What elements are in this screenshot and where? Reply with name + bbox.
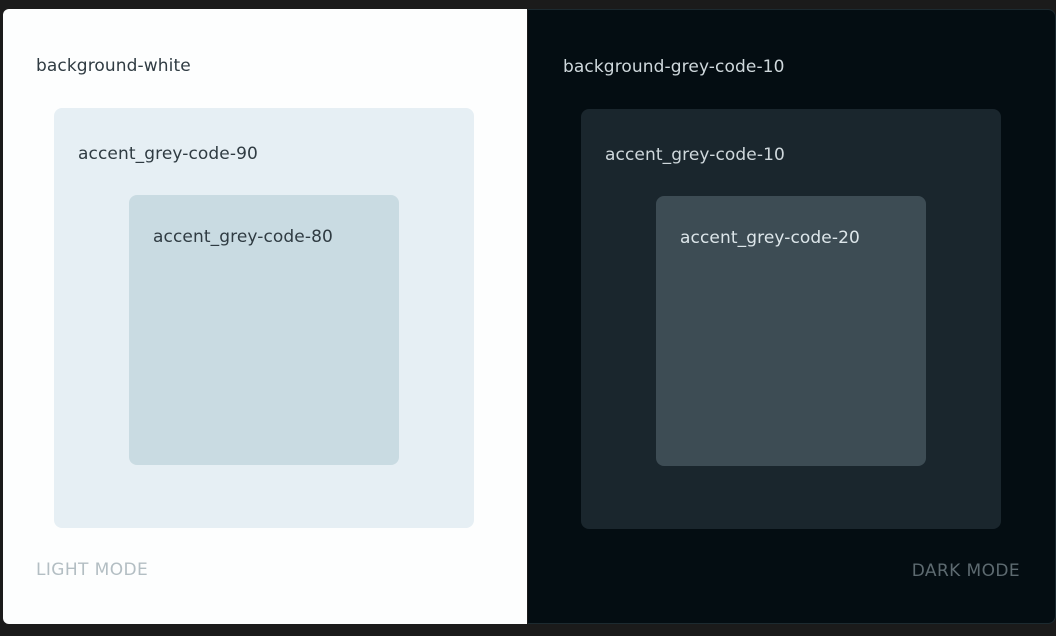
light-mode-panel: background-white accent_grey-code-90 acc… [3, 9, 527, 624]
light-outer-swatch: accent_grey-code-90 accent_grey-code-80 [54, 108, 474, 528]
dark-inner-label: accent_grey-code-20 [680, 228, 860, 248]
dark-outer-swatch: accent_grey-code-10 accent_grey-code-20 [581, 109, 1001, 529]
light-mode-caption: LIGHT MODE [36, 560, 149, 580]
dark-mode-caption: DARK MODE [911, 561, 1020, 581]
light-inner-label: accent_grey-code-80 [153, 227, 333, 247]
dark-mode-panel: background-grey-code-10 accent_grey-code… [528, 9, 1056, 624]
color-token-diagram: background-white accent_grey-code-90 acc… [0, 0, 1056, 636]
dark-outer-label: accent_grey-code-10 [605, 145, 785, 165]
dark-background-label: background-grey-code-10 [563, 57, 785, 77]
light-inner-swatch: accent_grey-code-80 [129, 195, 399, 465]
dark-inner-swatch: accent_grey-code-20 [656, 196, 926, 466]
light-outer-label: accent_grey-code-90 [78, 144, 258, 164]
light-background-label: background-white [36, 56, 191, 76]
